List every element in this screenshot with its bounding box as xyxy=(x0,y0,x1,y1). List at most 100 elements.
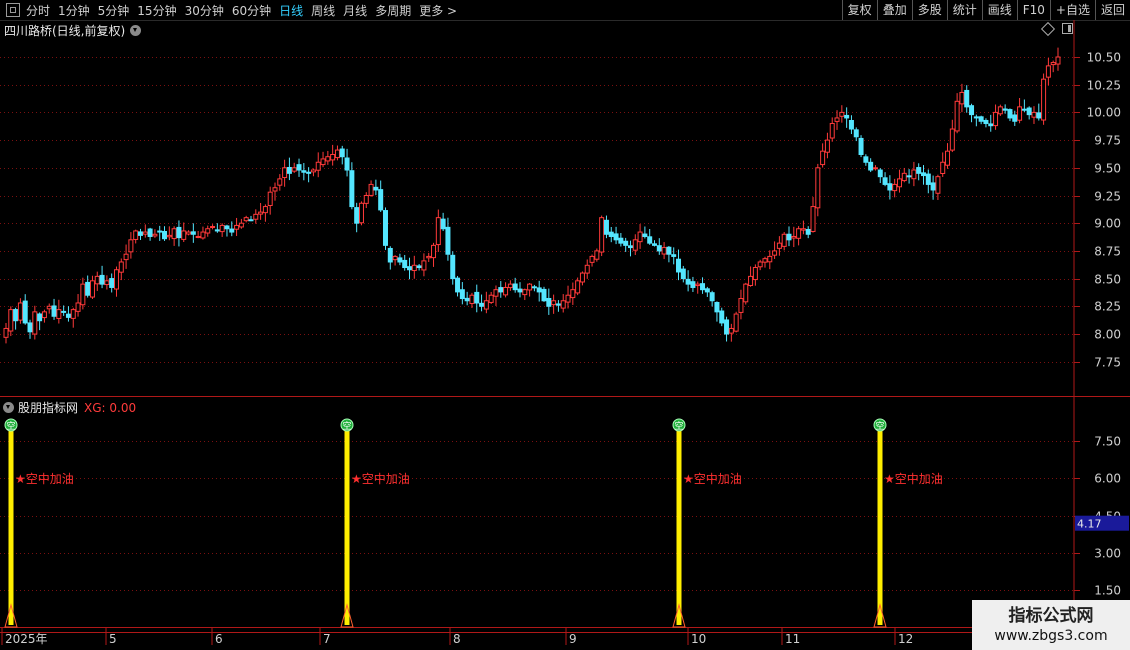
candle-body xyxy=(632,239,638,251)
signal-bar xyxy=(8,428,14,625)
candle-body xyxy=(685,278,691,285)
candle-body xyxy=(1041,78,1047,121)
candle-body xyxy=(51,305,57,317)
candle-body xyxy=(282,167,288,179)
candle-body xyxy=(824,139,830,153)
candle-body xyxy=(118,261,124,273)
indicator-tick-label: 7.50 xyxy=(1094,435,1121,449)
candle-body xyxy=(162,230,168,240)
candle-body xyxy=(286,167,292,174)
candle-body xyxy=(603,219,609,235)
candle-body xyxy=(248,219,254,222)
candle-body xyxy=(431,244,437,259)
candle-body xyxy=(416,265,422,269)
signal-bar xyxy=(344,428,350,625)
x-tick-label: 8 xyxy=(453,632,461,646)
candle-body xyxy=(483,300,489,310)
candle-body xyxy=(138,231,144,236)
candle-body xyxy=(306,171,312,174)
candle-body xyxy=(901,172,907,182)
candle-body xyxy=(815,167,821,209)
candle-body xyxy=(330,154,336,161)
indicator-panel-title: 股朋指标网 XG: 0.00 xyxy=(3,399,136,416)
candle-body xyxy=(647,236,653,244)
candle-body xyxy=(925,173,931,185)
candle-body xyxy=(89,280,95,298)
candle-body xyxy=(695,283,701,287)
candle-body xyxy=(358,202,364,224)
candle-body xyxy=(1012,114,1018,122)
candle-body xyxy=(195,235,201,238)
panel-layout-icon[interactable] xyxy=(1062,23,1073,34)
candle-body xyxy=(171,228,177,240)
panel-icons xyxy=(1040,21,1073,36)
dropdown-icon[interactable] xyxy=(130,25,142,36)
candle-body xyxy=(41,311,47,319)
signal-bar xyxy=(877,428,883,625)
candle-body xyxy=(575,280,581,294)
candle-body xyxy=(421,260,427,271)
candle-body xyxy=(872,167,878,170)
candle-body xyxy=(517,288,523,293)
candle-body xyxy=(104,280,110,286)
candle-body xyxy=(3,327,9,338)
candle-body xyxy=(267,191,273,207)
candle-body xyxy=(724,319,730,335)
candle-body xyxy=(839,111,845,117)
candle-body xyxy=(983,119,989,124)
indicator-name: 股朋指标网 xyxy=(18,401,79,415)
candle-body xyxy=(13,309,19,322)
price-tick-label: 9.00 xyxy=(1094,217,1121,231)
candle-body xyxy=(368,183,374,196)
candle-body xyxy=(152,233,158,237)
signal-label: ★空中加油 xyxy=(884,471,943,486)
candle-body xyxy=(176,226,182,239)
candle-body xyxy=(291,167,297,172)
indicator-dropdown-icon[interactable] xyxy=(3,402,14,413)
stock-title: 四川路桥(日线,前复权) xyxy=(4,24,126,38)
price-tick-label: 8.00 xyxy=(1094,328,1121,342)
candle-body xyxy=(1045,65,1051,78)
candle-body xyxy=(166,234,172,238)
candle-body xyxy=(594,250,600,260)
price-tick-label: 8.75 xyxy=(1094,245,1121,259)
candle-body xyxy=(911,169,917,180)
candle-body xyxy=(181,230,187,240)
candle-body xyxy=(805,228,811,235)
diamond-icon[interactable] xyxy=(1040,21,1056,36)
candle-body xyxy=(536,287,542,293)
candle-body xyxy=(32,311,38,335)
candle-body xyxy=(301,170,307,173)
price-panel-title: 四川路桥(日线,前复权) xyxy=(4,22,142,39)
candle-body xyxy=(214,229,220,232)
candle-body xyxy=(387,247,393,263)
candle-body xyxy=(219,224,225,233)
candle-body xyxy=(142,231,148,235)
candle-body xyxy=(579,272,585,283)
candle-body xyxy=(56,309,62,319)
candle-body xyxy=(205,228,211,234)
x-tick-label: 6 xyxy=(215,632,223,646)
candle-body xyxy=(334,149,340,159)
signal-label: ★空中加油 xyxy=(683,471,742,486)
candle-body xyxy=(690,281,696,288)
candle-body xyxy=(531,286,537,289)
candle-body xyxy=(935,176,941,194)
candle-body xyxy=(243,217,249,222)
signal-marker-text: 空 xyxy=(342,420,351,432)
candle-body xyxy=(555,303,561,306)
candle-body xyxy=(474,291,480,304)
candle-body xyxy=(339,148,345,158)
candle-body xyxy=(810,206,816,232)
candle-body xyxy=(464,297,470,302)
candle-body xyxy=(978,116,984,122)
candle-body xyxy=(253,213,259,220)
price-tick-label: 8.50 xyxy=(1094,273,1121,287)
candle-body xyxy=(767,255,773,263)
candle-body xyxy=(402,259,408,269)
candle-body xyxy=(210,226,216,229)
candle-body xyxy=(570,289,576,299)
candle-body xyxy=(796,228,802,239)
stock-chart[interactable]: 10.50 10.25 10.00 9.75 9.50 9.25 9.00 8.75 8.50 8… xyxy=(0,0,1130,650)
candle-body xyxy=(157,230,163,233)
